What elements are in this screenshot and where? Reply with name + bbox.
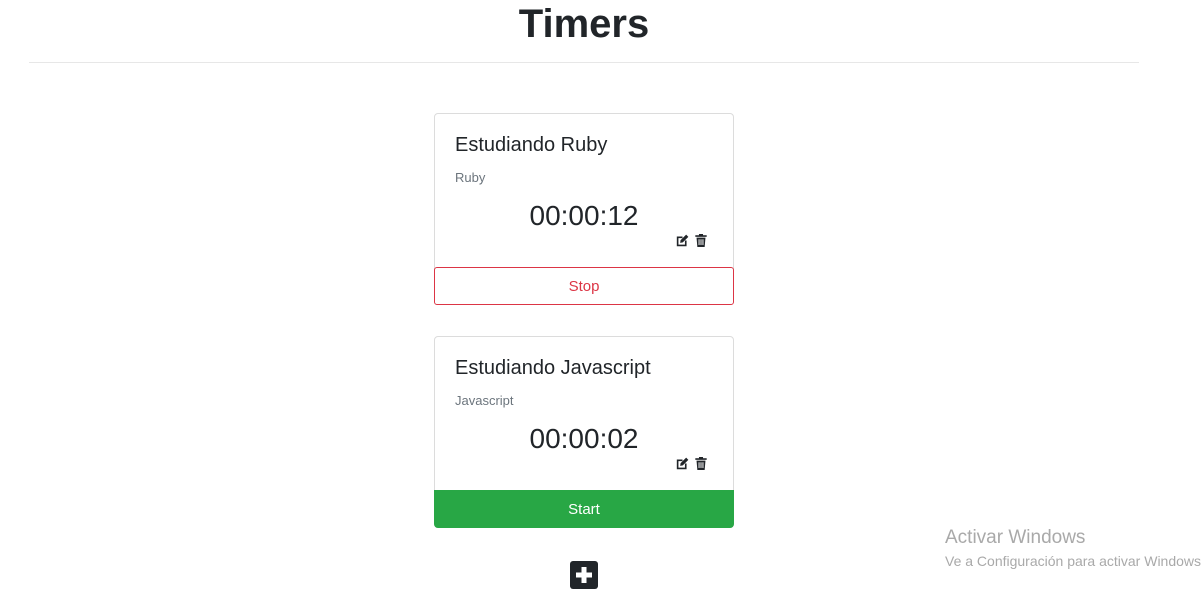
timer-project: Ruby bbox=[455, 170, 486, 185]
timer-actions bbox=[676, 457, 707, 470]
edit-icon[interactable] bbox=[676, 234, 689, 247]
trash-icon[interactable] bbox=[694, 457, 707, 470]
stop-button[interactable]: Stop bbox=[434, 267, 734, 305]
timer-elapsed: 00:00:02 bbox=[529, 423, 639, 454]
timer-title: Estudiando Javascript bbox=[455, 357, 651, 379]
edit-icon[interactable] bbox=[676, 457, 689, 470]
timer-project: Javascript bbox=[455, 393, 514, 408]
add-timer-button[interactable] bbox=[570, 561, 598, 589]
page: Timers Estudiando Ruby Ruby 00:00:12 Sto… bbox=[0, 0, 1201, 597]
timer-card: Estudiando Ruby Ruby 00:00:12 Stop bbox=[434, 113, 734, 305]
watermark-title: Activar Windows bbox=[945, 527, 1086, 548]
timer-card: Estudiando Javascript Javascript 00:00:0… bbox=[434, 336, 734, 528]
plus-icon bbox=[576, 567, 592, 583]
timer-actions bbox=[676, 234, 707, 247]
trash-icon[interactable] bbox=[694, 234, 707, 247]
watermark-subtitle: Ve a Configuración para activar Windows. bbox=[945, 553, 1201, 569]
windows-activation-watermark: Activar Windows Ve a Configuración para … bbox=[945, 526, 1201, 571]
timer-title: Estudiando Ruby bbox=[455, 134, 608, 156]
page-title: Timers bbox=[518, 2, 650, 46]
start-button[interactable]: Start bbox=[434, 490, 734, 528]
timer-elapsed: 00:00:12 bbox=[529, 200, 639, 231]
title-divider bbox=[29, 62, 1139, 63]
